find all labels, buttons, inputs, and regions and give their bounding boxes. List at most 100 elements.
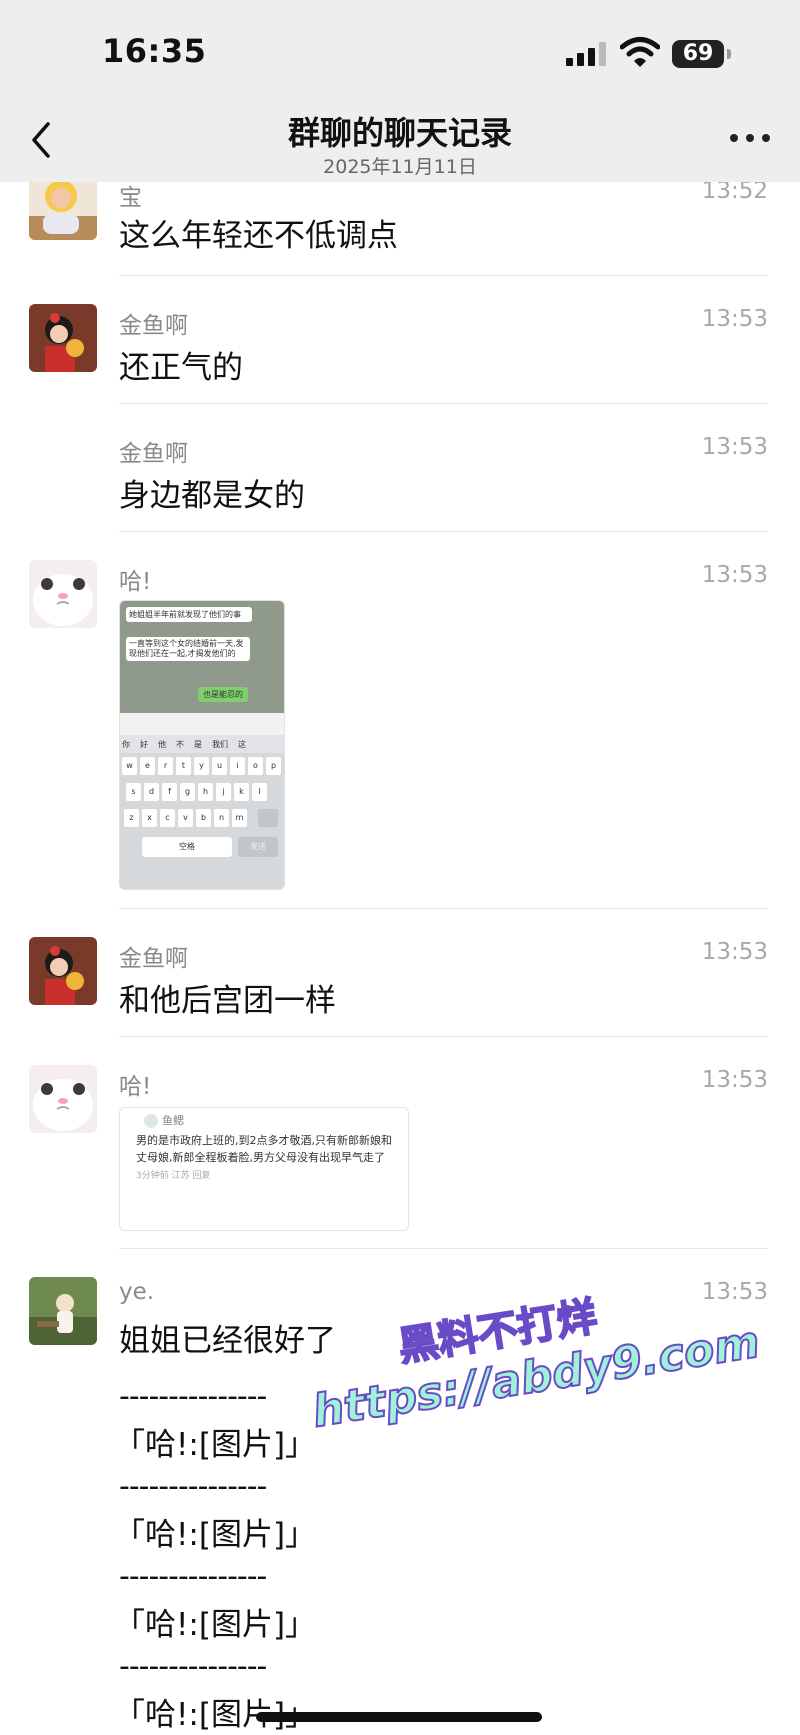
divider (119, 908, 768, 909)
space-key: 空格 (142, 837, 232, 857)
key: f (162, 783, 177, 801)
list-item[interactable]: 宝 13:52 这么年轻还不低调点 (0, 182, 800, 278)
image-thumbnail[interactable]: 她姐姐半年前就发现了他们的事 一直等到这个女的结婚前一天,发现他们还在一起,才揭… (119, 600, 285, 890)
suggestion: 你 (122, 740, 130, 749)
message-text: 还正气的 (119, 350, 243, 386)
avatar[interactable] (29, 1065, 97, 1133)
key: k (234, 783, 249, 801)
chat-bubble: 一直等到这个女的结婚前一天,发现他们还在一起,才揭发他们的 (126, 637, 250, 661)
message-time: 13:53 (701, 1067, 768, 1093)
separator-line: --------------- (119, 1649, 267, 1684)
commenter-name: 鱼鳃 (162, 1114, 184, 1127)
key: t (176, 757, 191, 775)
key: u (212, 757, 227, 775)
sender-name: 金鱼啊 (119, 946, 188, 972)
message-time: 13:53 (701, 434, 768, 460)
sender-name: 金鱼啊 (119, 441, 188, 467)
quoted-message[interactable]: 「哈!:[图片]」 (114, 1419, 316, 1464)
delete-key-icon (258, 809, 278, 827)
wifi-icon (620, 37, 660, 67)
avatar-image-icon (29, 182, 97, 240)
message-text: 这么年轻还不低调点 (119, 218, 398, 254)
message-text: 身边都是女的 (119, 478, 305, 514)
key: g (180, 783, 195, 801)
suggestion: 不 (176, 740, 184, 749)
avatar[interactable] (29, 1277, 97, 1345)
list-item[interactable]: 金鱼啊 13:53 还正气的 (0, 278, 800, 406)
list-item[interactable]: 金鱼啊 13:53 和他后宫团一样 (0, 911, 800, 1039)
key: p (266, 757, 281, 775)
divider (119, 531, 768, 532)
key: l (252, 783, 267, 801)
comment-meta: 3分钟前 江苏 回复 (136, 1171, 211, 1181)
key: j (216, 783, 231, 801)
key: s (126, 783, 141, 801)
sender-name: 哈! (119, 569, 152, 595)
key: m (232, 809, 247, 827)
avatar[interactable] (29, 560, 97, 628)
divider (119, 403, 768, 404)
quoted-message[interactable]: 「哈!:[图片]」 (114, 1599, 316, 1644)
avatar[interactable] (29, 937, 97, 1005)
avatar-image-icon (29, 1277, 97, 1345)
separator-line: --------------- (119, 1379, 267, 1414)
key: d (144, 783, 159, 801)
sender-name: 金鱼啊 (119, 313, 188, 339)
suggestion: 是 (194, 740, 202, 749)
suggestion: 他 (158, 740, 166, 749)
key: c (160, 809, 175, 827)
key: r (158, 757, 173, 775)
chat-record-list[interactable]: 宝 13:52 这么年轻还不低调点 金鱼啊 13:53 还正气的 金鱼啊 13:… (0, 182, 800, 1735)
cellular-signal-icon (566, 42, 608, 66)
key: z (124, 809, 139, 827)
message-time: 13:53 (701, 939, 768, 965)
suggestion: 这 (238, 740, 246, 749)
page-subtitle-date: 2025年11月11日 (323, 156, 477, 178)
avatar[interactable] (29, 182, 97, 240)
avatar-image-icon (29, 304, 97, 372)
message-time: 13:52 (701, 182, 768, 204)
status-time: 16:35 (102, 32, 207, 70)
suggestion: 好 (140, 740, 148, 749)
message-time: 13:53 (701, 562, 768, 588)
chat-bubble-sent: 也是能忍的 (198, 687, 248, 702)
list-item[interactable]: 哈! 13:53 鱼鳃 男的是市政府上班的,到2点多才敬酒,只有新郎新娘和丈母娘… (0, 1039, 800, 1251)
message-time: 13:53 (701, 1279, 768, 1305)
commenter-avatar (144, 1114, 158, 1128)
more-options-icon[interactable] (730, 134, 770, 144)
separator-line: --------------- (119, 1559, 267, 1594)
nav-bar: 群聊的聊天记录 2025年11月11日 (0, 100, 800, 182)
key: h (198, 783, 213, 801)
list-item[interactable]: 金鱼啊 13:53 身边都是女的 (0, 406, 800, 534)
separator-line: --------------- (119, 1469, 267, 1504)
image-thumbnail[interactable]: 鱼鳃 男的是市政府上班的,到2点多才敬酒,只有新郎新娘和丈母娘,新郎全程板着脸,… (119, 1107, 409, 1231)
key: y (194, 757, 209, 775)
comment-text: 男的是市政府上班的,到2点多才敬酒,只有新郎新娘和丈母娘,新郎全程板着脸,男方父… (136, 1134, 392, 1164)
suggestion: 我们 (212, 740, 228, 749)
sender-name: 宝 (119, 185, 142, 211)
status-bar: 16:35 69 (0, 0, 800, 100)
key: b (196, 809, 211, 827)
divider (119, 275, 768, 276)
list-item[interactable]: 哈! 13:53 她姐姐半年前就发现了他们的事 一直等到这个女的结婚前一天,发现… (0, 534, 800, 911)
message-time: 13:53 (701, 306, 768, 332)
key: i (230, 757, 245, 775)
key: o (248, 757, 263, 775)
key: v (178, 809, 193, 827)
divider (119, 1036, 768, 1037)
key: x (142, 809, 157, 827)
send-key: 发送 (238, 837, 278, 857)
key: w (122, 757, 137, 775)
battery-indicator: 69 (672, 40, 731, 68)
key: e (140, 757, 155, 775)
home-indicator[interactable] (256, 1712, 542, 1722)
divider (119, 1248, 768, 1249)
comment-body: 男的是市政府上班的,到2点多才敬酒,只有新郎新娘和丈母娘,新郎全程板着脸,男方父… (136, 1132, 394, 1185)
avatar[interactable] (29, 304, 97, 372)
message-text: 和他后宫团一样 (119, 983, 336, 1019)
list-item[interactable]: ye. 13:53 姐姐已经很好了 --------------- 「哈!:[图… (0, 1251, 800, 1735)
key: n (214, 809, 229, 827)
avatar-image-icon (29, 1065, 97, 1133)
chat-bubble: 她姐姐半年前就发现了他们的事 (126, 607, 252, 622)
quoted-message[interactable]: 「哈!:[图片]」 (114, 1509, 316, 1554)
